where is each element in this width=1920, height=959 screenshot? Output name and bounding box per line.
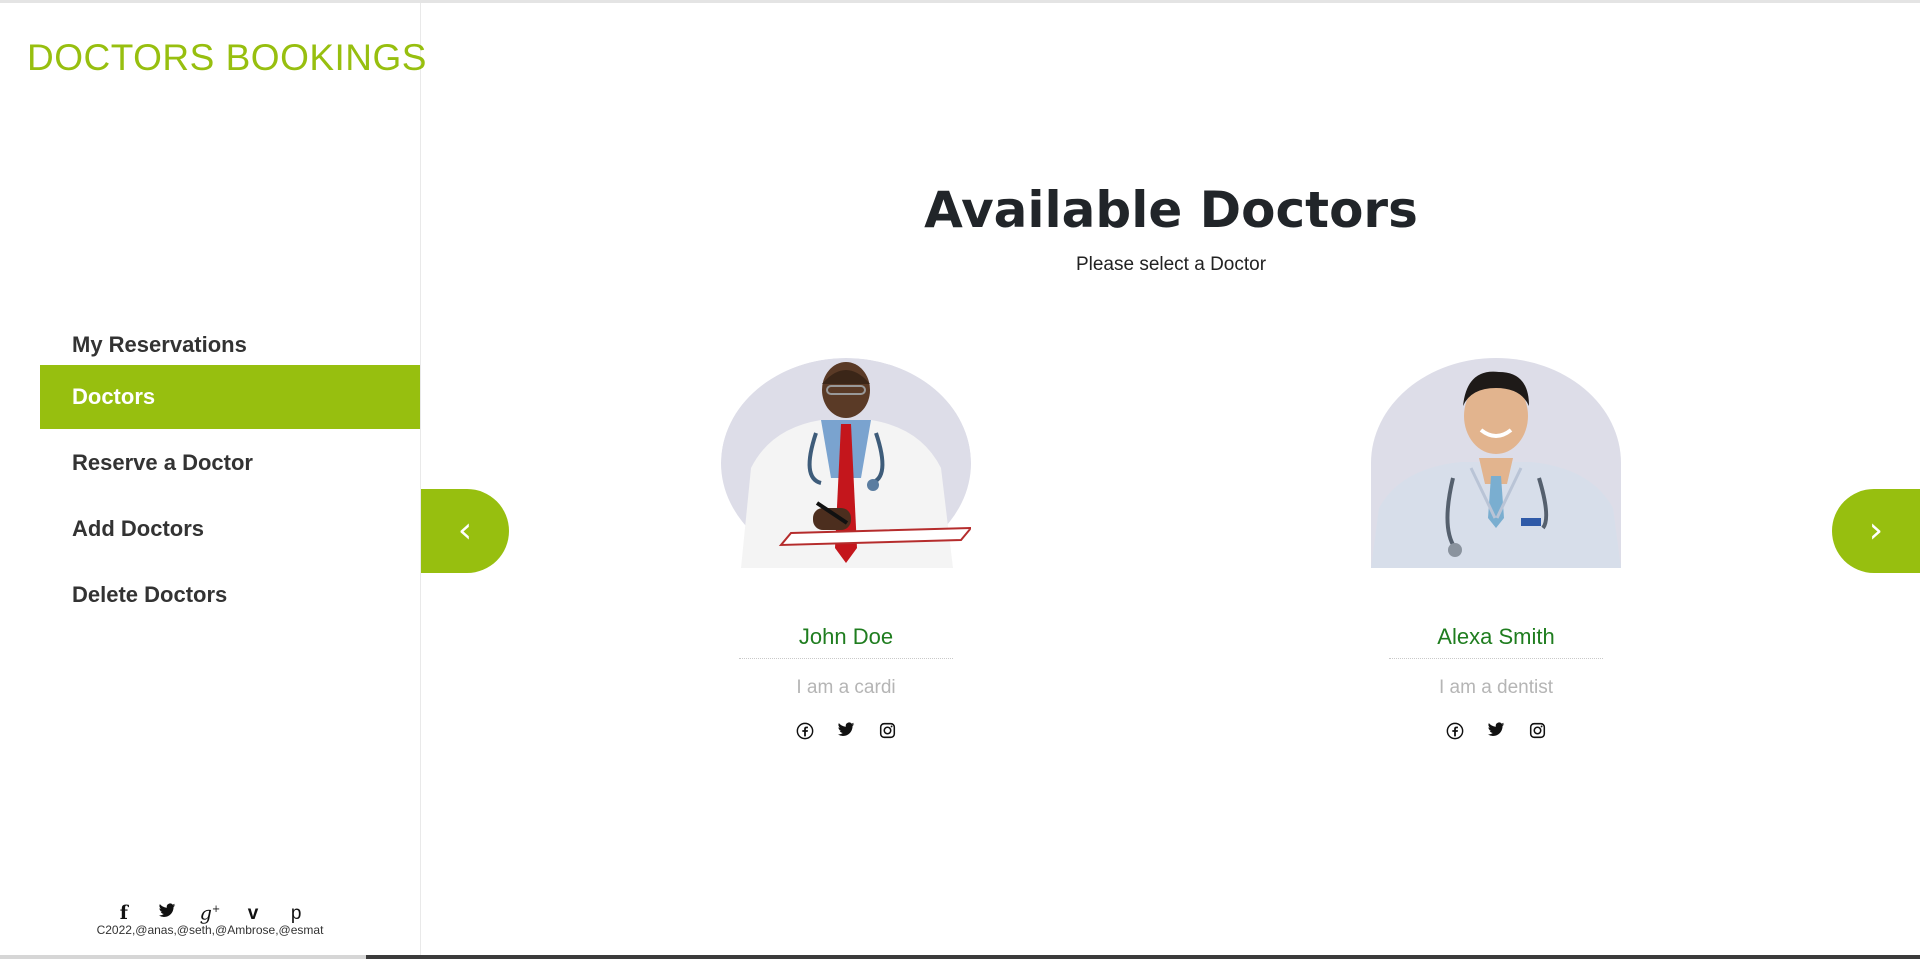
facebook-icon[interactable] (1445, 722, 1465, 742)
doctor-card[interactable]: John Doe I am a cardi (696, 358, 996, 742)
doctor-photo (1371, 358, 1621, 568)
nav-item-reserve-doctor[interactable]: Reserve a Doctor (40, 431, 420, 495)
google-plus-icon[interactable]: g+ (198, 898, 222, 924)
facebook-icon[interactable] (795, 722, 815, 742)
carousel-next-button[interactable]: › (1832, 489, 1920, 573)
twitter-icon[interactable] (1486, 722, 1506, 742)
doctor-social-links (1346, 721, 1646, 742)
doctor-description: I am a cardi (796, 677, 896, 698)
brand-title: DOCTORS BOOKINGS (27, 37, 427, 78)
doctor-name[interactable]: Alexa Smith (1389, 624, 1603, 659)
sidebar: DOCTORS BOOKINGS My Reservations Doctors… (0, 3, 427, 955)
doctor-illustration (1371, 371, 1621, 568)
page-subtitle: Please select a Doctor (1075, 254, 1267, 275)
doctor-illustration (741, 362, 971, 568)
facebook-icon[interactable]: f (112, 901, 136, 925)
doctor-name[interactable]: John Doe (739, 624, 953, 659)
doctor-card[interactable]: Alexa Smith I am a dentist (1346, 358, 1646, 742)
twitter-icon[interactable] (836, 722, 856, 742)
page-title: Available Doctors (924, 181, 1418, 239)
sidebar-nav: My Reservations Doctors Reserve a Doctor… (40, 332, 420, 629)
nav-item-doctors[interactable]: Doctors (40, 365, 420, 429)
instagram-icon[interactable] (877, 722, 897, 742)
doctor-social-links (696, 721, 996, 742)
doctor-description: I am a dentist (1438, 677, 1554, 698)
twitter-icon[interactable] (155, 901, 179, 925)
nav-item-my-reservations[interactable]: My Reservations (40, 313, 420, 363)
nav-item-add-doctors[interactable]: Add Doctors (40, 497, 420, 561)
bottom-scrollbar[interactable] (0, 955, 1920, 959)
scrollbar-thumb[interactable] (366, 955, 1920, 959)
instagram-icon[interactable] (1527, 722, 1547, 742)
nav-item-delete-doctors[interactable]: Delete Doctors (40, 563, 420, 627)
copyright-text: C2022,@anas,@seth,@Ambrose,@esmat (96, 923, 324, 937)
main-content: Available Doctors Please select a Doctor… (421, 3, 1920, 955)
doctor-photo (721, 358, 971, 568)
carousel-prev-button[interactable]: ‹ (421, 489, 509, 573)
